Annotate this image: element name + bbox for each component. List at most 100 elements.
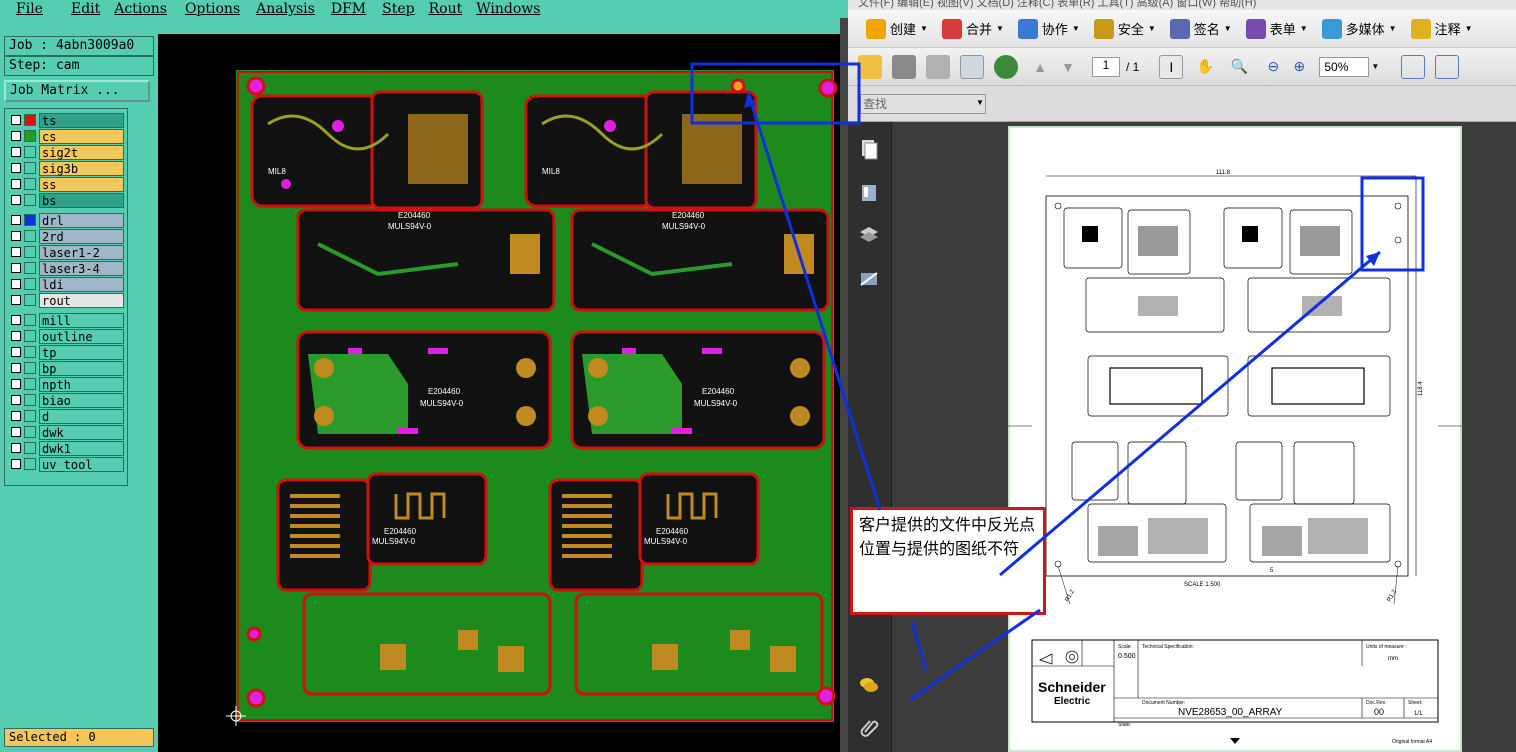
layer-name[interactable]: uv_tool [39, 456, 124, 472]
layer-name[interactable]: d [39, 408, 124, 424]
layer-checkbox[interactable] [11, 215, 21, 225]
zoom-in-icon[interactable]: ⊕ [1287, 55, 1311, 79]
layer-checkbox[interactable] [11, 347, 21, 357]
bookmarks-icon[interactable] [858, 182, 880, 204]
fit-page-icon[interactable] [1401, 54, 1426, 79]
save-icon[interactable] [926, 54, 950, 79]
job-matrix-button[interactable]: Job Matrix ... [4, 80, 150, 102]
layer-color-swatch[interactable] [24, 246, 36, 258]
layer-checkbox[interactable] [11, 163, 21, 173]
layer-checkbox[interactable] [11, 247, 21, 257]
layer-checkbox[interactable] [11, 443, 21, 453]
next-page-icon[interactable]: ▼ [1056, 55, 1080, 79]
layer-name[interactable]: npth [39, 376, 124, 392]
prev-page-icon[interactable]: ▲ [1028, 55, 1052, 79]
layer-row-dwk[interactable]: dwk [8, 424, 127, 440]
layer-row-d[interactable]: d [8, 408, 127, 424]
layer-name[interactable]: 2rd [39, 228, 124, 244]
layer-checkbox[interactable] [11, 279, 21, 289]
layer-color-swatch[interactable] [24, 442, 36, 454]
layer-row-ldi[interactable]: ldi [8, 276, 127, 292]
layer-name[interactable]: laser1-2 [39, 244, 124, 260]
layer-name[interactable]: dwk1 [39, 440, 124, 456]
layer-color-swatch[interactable] [24, 294, 36, 306]
layer-color-swatch[interactable] [24, 314, 36, 326]
layer-name[interactable]: biao [39, 392, 124, 408]
layer-name[interactable]: ss [39, 176, 124, 192]
layer-color-swatch[interactable] [24, 262, 36, 274]
layer-row-ts[interactable]: ts [8, 112, 127, 128]
layer-color-swatch[interactable] [24, 426, 36, 438]
layer-row-mill[interactable]: mill [8, 312, 127, 328]
layer-name[interactable]: dwk [39, 424, 124, 440]
layer-name[interactable]: sig3b [39, 160, 124, 176]
layer-name[interactable]: outline [39, 328, 124, 344]
layer-checkbox[interactable] [11, 459, 21, 469]
open-folder-icon[interactable] [858, 54, 882, 79]
layer-checkbox[interactable] [11, 179, 21, 189]
layer-color-swatch[interactable] [24, 278, 36, 290]
layer-color-swatch[interactable] [24, 230, 36, 242]
layer-row-laser1-2[interactable]: laser1-2 [8, 244, 127, 260]
layer-name[interactable]: rout [39, 292, 124, 308]
layer-row-laser3-4[interactable]: laser3-4 [8, 260, 127, 276]
toolbar-button-1[interactable]: 合并 ▼ [938, 14, 1008, 44]
layer-checkbox[interactable] [11, 331, 21, 341]
layer-checkbox[interactable] [11, 363, 21, 373]
cam-graphics-area[interactable]: E204460 MULS94V-0 MIL8 E204460 MULS94V-0… [158, 34, 840, 752]
layer-name[interactable]: mill [39, 312, 124, 328]
toolbar-button-6[interactable]: 多媒体 ▼ [1318, 14, 1401, 44]
layer-checkbox[interactable] [11, 295, 21, 305]
layer-checkbox[interactable] [11, 395, 21, 405]
layer-checkbox[interactable] [11, 427, 21, 437]
layer-row-ss[interactable]: ss [8, 176, 127, 192]
layer-row-bs[interactable]: bs [8, 192, 127, 208]
print-icon[interactable] [892, 54, 916, 79]
pages-icon[interactable] [858, 138, 880, 160]
layer-color-swatch[interactable] [24, 458, 36, 470]
page-number-input[interactable]: 1 [1092, 56, 1120, 77]
menu-edit[interactable]: Edit [43, 1, 100, 17]
layer-checkbox[interactable] [11, 379, 21, 389]
menu-dfm[interactable]: DFM [315, 1, 366, 17]
layer-checkbox[interactable] [11, 115, 21, 125]
layer-row-uv_tool[interactable]: uv_tool [8, 456, 127, 472]
pdf-menu-items[interactable]: 文件(F) 编辑(E) 视图(V) 文档(D) 注释(C) 表单(R) 工具(T… [858, 0, 1256, 10]
toolbar-button-5[interactable]: 表单 ▼ [1242, 14, 1312, 44]
layer-color-swatch[interactable] [24, 146, 36, 158]
menu-analysis[interactable]: Analysis [240, 1, 315, 17]
layer-name[interactable]: cs [39, 128, 124, 144]
layer-row-sig2t[interactable]: sig2t [8, 144, 127, 160]
layer-color-swatch[interactable] [24, 394, 36, 406]
comments-icon[interactable] [858, 674, 880, 696]
layer-name[interactable]: ts [39, 112, 124, 128]
toolbar-button-7[interactable]: 注释 ▼ [1407, 14, 1477, 44]
layer-color-swatch[interactable] [24, 178, 36, 190]
layer-row-outline[interactable]: outline [8, 328, 127, 344]
layer-row-bp[interactable]: bp [8, 360, 127, 376]
toolbar-button-3[interactable]: 安全 ▼ [1090, 14, 1160, 44]
menu-options[interactable]: Options [167, 1, 240, 17]
layer-row-npth[interactable]: npth [8, 376, 127, 392]
layer-row-cs[interactable]: cs [8, 128, 127, 144]
search-dropdown-icon[interactable]: ▼ [976, 98, 984, 107]
menu-step[interactable]: Step [366, 1, 414, 17]
toolbar-button-0[interactable]: 创建 ▼ [862, 14, 932, 44]
layer-row-rout[interactable]: rout [8, 292, 127, 308]
layer-color-swatch[interactable] [24, 330, 36, 342]
layer-color-swatch[interactable] [24, 114, 36, 126]
layer-color-swatch[interactable] [24, 346, 36, 358]
layer-name[interactable]: bs [39, 192, 124, 208]
toolbar-button-4[interactable]: 签名 ▼ [1166, 14, 1236, 44]
layer-checkbox[interactable] [11, 263, 21, 273]
menu-actions[interactable]: Actions [100, 1, 167, 17]
cam-scrollbar[interactable] [840, 18, 848, 752]
zoom-tool-icon[interactable]: 🔍 [1227, 55, 1251, 79]
search-input[interactable]: 查找 [860, 94, 986, 114]
pdf-document-area[interactable]: 111.8 118.4 SCALE 1.500 5 R1.2 R1.2 Scal… [892, 122, 1516, 752]
zoom-out-icon[interactable]: ⊖ [1261, 55, 1285, 79]
layer-row-biao[interactable]: biao [8, 392, 127, 408]
toolbar-button-2[interactable]: 协作 ▼ [1014, 14, 1084, 44]
layer-checkbox[interactable] [11, 195, 21, 205]
layer-color-swatch[interactable] [24, 162, 36, 174]
